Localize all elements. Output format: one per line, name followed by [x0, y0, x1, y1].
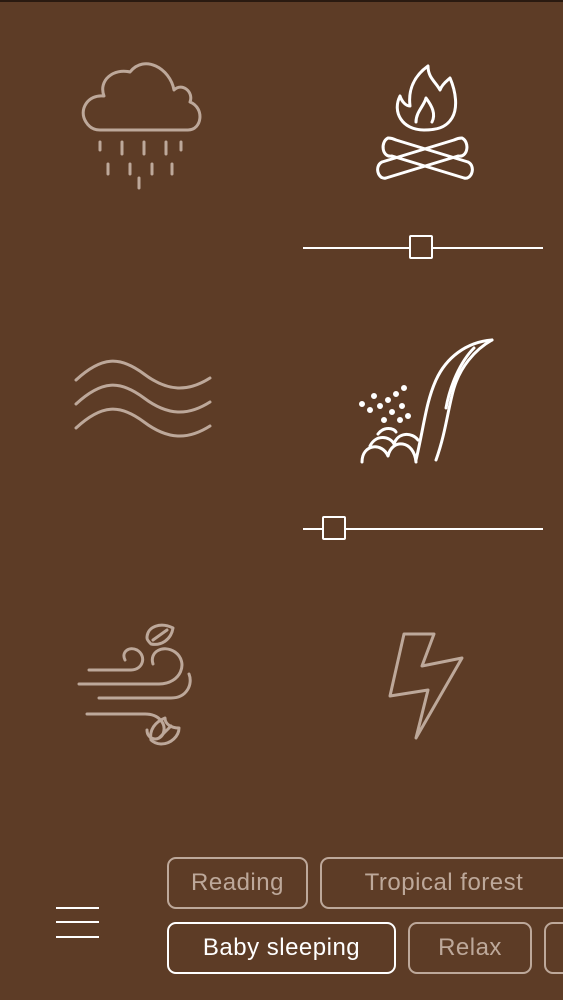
waterfall-volume-thumb[interactable]: [322, 516, 347, 540]
preset-chip-relax[interactable]: Relax: [408, 922, 532, 974]
preset-chip-reading[interactable]: Reading: [167, 857, 308, 909]
thunder-icon: [388, 632, 464, 740]
rain-sound-tile[interactable]: [70, 50, 215, 200]
wind-icon: [77, 623, 192, 746]
wind-sound-tile[interactable]: [75, 620, 205, 750]
preset-chip-baby-sleeping[interactable]: Baby sleeping: [167, 922, 396, 974]
thunder-sound-tile[interactable]: [384, 630, 468, 742]
waves-icon: [74, 359, 212, 438]
campfire-volume-slider[interactable]: [303, 235, 543, 261]
campfire-volume-thumb[interactable]: [408, 235, 433, 259]
campfire-icon: [376, 64, 474, 180]
top-divider: [0, 0, 563, 2]
hamburger-menu-icon[interactable]: [56, 906, 100, 940]
campfire-sound-tile[interactable]: [370, 60, 480, 190]
waterfall-volume-slider[interactable]: [303, 516, 543, 542]
preset-chip-tropical-forest[interactable]: Tropical forest: [320, 857, 563, 909]
waterfall-sound-tile[interactable]: [356, 336, 496, 468]
menu-line-top: [56, 907, 99, 909]
waterfall-icon: [359, 338, 494, 464]
waves-sound-tile[interactable]: [72, 358, 217, 448]
rain-icon: [81, 62, 202, 190]
menu-line-middle: [56, 921, 99, 923]
menu-line-bottom: [56, 936, 99, 938]
preset-chip-next-partial[interactable]: [544, 922, 563, 974]
